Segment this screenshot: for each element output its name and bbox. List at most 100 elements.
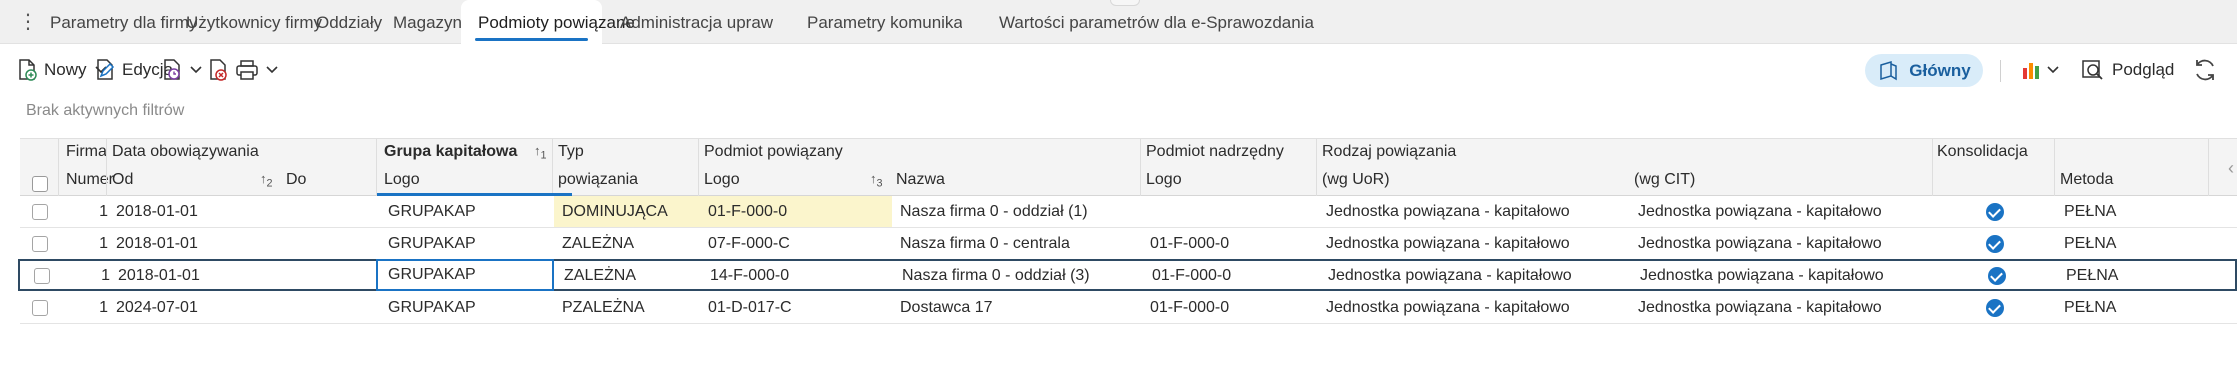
check-circle-icon — [1986, 235, 2004, 253]
delete-button[interactable] — [208, 54, 228, 86]
chevron-down-icon[interactable] — [2047, 66, 2059, 74]
cell-grupa: GRUPAKAP — [388, 235, 476, 252]
cell-cit: Jednostka powiązana - kapitałowo — [1638, 235, 1882, 252]
col-header-od[interactable]: Od — [112, 171, 133, 189]
col-header-nazwa[interactable]: Nazwa — [896, 171, 945, 189]
edit-icon — [97, 59, 115, 80]
tab-oddzialy[interactable]: Oddziały — [316, 0, 382, 44]
refresh-button[interactable] — [2192, 54, 2218, 86]
row-checkbox[interactable] — [32, 236, 48, 252]
cell-logo: 01-F-000-0 — [698, 196, 892, 227]
printer-icon — [236, 60, 258, 80]
tab-parametry-komunikacji-ups[interactable]: Parametry komunikacji z UPS — [807, 0, 962, 44]
print-button[interactable] — [236, 54, 278, 86]
cell-typ: ZALEŻNA — [564, 267, 637, 284]
charts-button[interactable] — [2021, 54, 2059, 86]
table-row[interactable]: 1 2018-01-01 GRUPAKAP DOMINUJĄCA 01-F-00… — [20, 196, 2237, 228]
tab-parametry-dla-firmy[interactable]: Parametry dla firmy — [50, 0, 197, 44]
col-header-metoda[interactable]: Metoda — [2060, 171, 2113, 189]
col-header-nadrzedny[interactable]: Podmiot nadrzędny — [1146, 143, 1284, 161]
sort-asc-icon[interactable]: ↑1 — [534, 143, 547, 162]
check-circle-icon — [1988, 267, 2006, 285]
main-view-button[interactable]: Główny — [1865, 54, 1983, 87]
tab-podmioty-powiazane[interactable]: Podmioty powiązane — [461, 0, 635, 44]
cell-numer: 1 — [101, 267, 110, 284]
tab-label: Parametry komunikacji z UPS — [807, 13, 962, 32]
col-divider — [106, 139, 107, 197]
new-button[interactable]: Nowy — [17, 54, 107, 86]
chevron-down-icon[interactable] — [266, 66, 278, 74]
cell-metoda: PEŁNA — [2064, 299, 2117, 316]
cell-nadrzedny: 01-F-000-0 — [1150, 299, 1230, 316]
cell-uor: Jednostka powiązana - kapitałowo — [1326, 203, 1570, 220]
sort-order: 3 — [876, 177, 883, 190]
col-header-rodzaj[interactable]: Rodzaj powiązania — [1322, 143, 1456, 161]
col-header-typ[interactable]: Typ — [558, 143, 584, 161]
check-circle-icon — [1986, 299, 2004, 317]
new-button-label: Nowy — [44, 60, 87, 79]
tab-label: Użytkownicy firmy — [186, 13, 323, 32]
sort-asc-icon[interactable]: ↑2 — [260, 171, 273, 190]
tab-label: Wartości parametrów dla e-Sprawozdania — [999, 13, 1314, 32]
col-divider — [2208, 139, 2209, 197]
cell-uor: Jednostka powiązana - kapitałowo — [1328, 267, 1572, 284]
tab-label: Magazyny — [393, 13, 471, 32]
cell-logo: 14-F-000-0 — [710, 267, 790, 284]
cell-numer: 1 — [99, 203, 108, 220]
cell-nazwa: Nasza firma 0 - centrala — [900, 235, 1070, 252]
preview-icon — [2082, 60, 2103, 80]
cell-grupa: GRUPAKAP — [388, 203, 476, 220]
cell-od: 2018-01-01 — [118, 267, 200, 284]
new-document-icon — [19, 59, 37, 81]
more-vertical-icon[interactable]: ⋮ — [18, 9, 38, 35]
tab-uzytkownicy-firmy[interactable]: Użytkownicy firmy — [186, 0, 322, 44]
table-row-selected[interactable]: 1 2018-01-01 GRUPAKAP ZALEŻNA 14-F-000-0… — [18, 259, 2237, 291]
preview-button[interactable]: Podgląd — [2082, 54, 2174, 86]
cell-logo: 01-D-017-C — [708, 299, 792, 316]
tab-administracja-uprawnieniami[interactable]: Administracja uprawnieniami — [620, 0, 773, 44]
tab-scroll-handle[interactable] — [1110, 0, 1140, 6]
tab-wartosci-parametrow[interactable]: Wartości parametrów dla e-Sprawozdania — [999, 0, 1314, 44]
sort-asc-icon[interactable]: ↑3 — [870, 171, 883, 190]
chevron-down-icon[interactable] — [190, 66, 202, 74]
cell-grupa: GRUPAKAP — [388, 299, 476, 316]
col-header-cit[interactable]: (wg CIT) — [1634, 171, 1695, 189]
cell-logo: 07-F-000-C — [708, 235, 790, 252]
tab-magazyny[interactable]: Magazyny — [393, 0, 470, 44]
col-header-logo-nadrzedny[interactable]: Logo — [1146, 171, 1182, 189]
row-checkbox[interactable] — [34, 268, 50, 284]
col-header-grupa[interactable]: Grupa kapitałowa — [384, 143, 517, 161]
col-header-do[interactable]: Do — [286, 171, 306, 189]
data-grid: Firma Data obowiązywania Grupa kapitałow… — [18, 138, 2237, 324]
col-header-data[interactable]: Data obowiązywania — [112, 143, 259, 161]
chevron-left-icon[interactable]: ‹ — [2228, 139, 2237, 197]
col-header-logo-grupa[interactable]: Logo — [384, 171, 420, 189]
col-header-uor[interactable]: (wg UoR) — [1322, 171, 1390, 189]
col-header-powiazania[interactable]: powiązania — [558, 171, 638, 189]
table-row[interactable]: 1 2024-07-01 GRUPAKAP PZALEŻNA 01-D-017-… — [20, 292, 2237, 324]
cell-grupa-focused[interactable]: GRUPAKAP — [376, 259, 554, 291]
filters-status: Brak aktywnych filtrów — [26, 102, 185, 119]
col-header-podmiot[interactable]: Podmiot powiązany — [704, 143, 843, 161]
col-divider — [552, 139, 553, 197]
row-checkbox[interactable] — [32, 204, 48, 220]
preview-button-label: Podgląd — [2112, 60, 2175, 79]
sort-order: 1 — [540, 149, 547, 162]
col-header-firma[interactable]: Firma — [66, 143, 107, 161]
col-header-konsolidacja[interactable]: Konsolidacja — [1937, 143, 2028, 161]
history-button[interactable] — [162, 54, 202, 86]
tab-label: Administracja uprawnieniami — [620, 13, 773, 32]
col-divider — [1932, 139, 1933, 197]
cell-cit: Jednostka powiązana - kapitałowo — [1638, 299, 1882, 316]
cell-nadrzedny: 01-F-000-0 — [1150, 235, 1230, 252]
cell-nadrzedny: 01-F-000-0 — [1152, 267, 1232, 284]
row-checkbox[interactable] — [32, 300, 48, 316]
table-row[interactable]: 1 2018-01-01 GRUPAKAP ZALEŻNA 07-F-000-C… — [20, 228, 2237, 260]
col-divider — [58, 139, 59, 197]
cell-metoda: PEŁNA — [2066, 267, 2119, 284]
col-divider — [1140, 139, 1141, 197]
col-header-logo-podmiot[interactable]: Logo — [704, 171, 740, 189]
select-all-checkbox[interactable] — [32, 176, 48, 192]
check-circle-icon — [1986, 203, 2004, 221]
main-view-label: Główny — [1909, 60, 1971, 80]
